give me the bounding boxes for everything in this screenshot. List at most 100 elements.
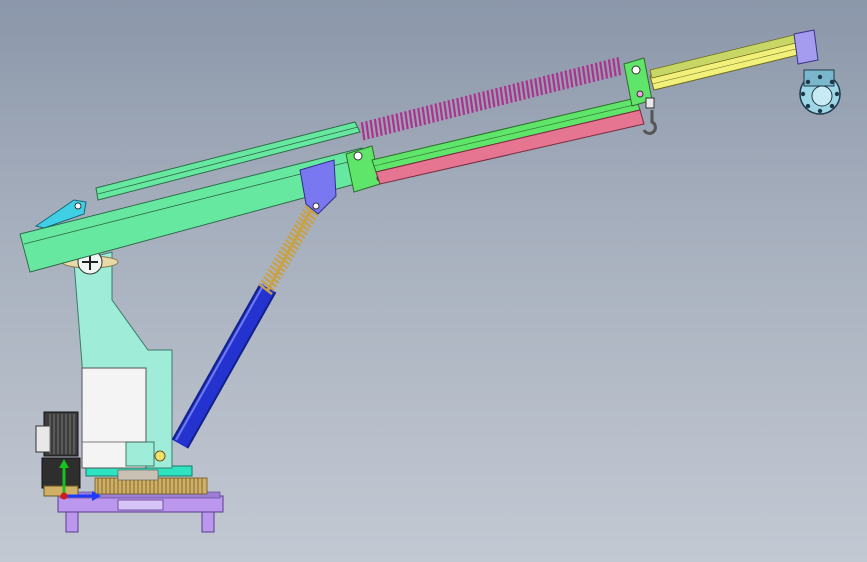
rear-bracket-pin bbox=[74, 202, 82, 210]
spring-coil bbox=[460, 96, 466, 116]
tip-stage[interactable] bbox=[649, 29, 819, 91]
spring-coil bbox=[525, 80, 531, 99]
cylinder-highlight bbox=[175, 283, 265, 441]
cad-viewport[interactable] bbox=[0, 0, 867, 562]
spring-coil bbox=[438, 102, 444, 121]
spring-coil bbox=[503, 85, 509, 105]
base-plate-slot bbox=[117, 499, 164, 511]
gripper-bolt bbox=[817, 108, 823, 114]
spring-coil bbox=[603, 60, 609, 79]
gripper-bolt bbox=[834, 91, 840, 97]
spring-coil bbox=[542, 75, 548, 95]
spring-coil bbox=[490, 89, 496, 108]
gripper-bolt bbox=[805, 103, 811, 109]
spring-coil bbox=[451, 98, 457, 118]
spring-coil bbox=[594, 62, 600, 81]
bearing-hub bbox=[117, 469, 159, 481]
spring-coil bbox=[590, 63, 596, 83]
column-bracket bbox=[125, 441, 155, 467]
spring-coil bbox=[568, 69, 574, 88]
gripper-bolt bbox=[829, 79, 835, 85]
spring-coil bbox=[369, 119, 375, 139]
spring-coil bbox=[551, 73, 557, 92]
gripper-bolt bbox=[805, 79, 811, 85]
spring-coil bbox=[534, 78, 539, 97]
spring-coil bbox=[521, 81, 526, 100]
spring-coil bbox=[581, 65, 587, 85]
base-foot-right bbox=[201, 511, 215, 533]
spring-coil bbox=[425, 105, 431, 124]
gearbox bbox=[41, 457, 81, 489]
triad-z-axis bbox=[60, 492, 68, 500]
spring-coil bbox=[495, 87, 500, 107]
spring-coil bbox=[477, 92, 483, 111]
column-pin bbox=[154, 450, 166, 462]
motor-fins bbox=[49, 414, 75, 454]
gripper-bolt bbox=[800, 91, 806, 97]
gripper-bolt bbox=[817, 74, 823, 80]
tip-collar-pin bbox=[636, 90, 644, 98]
spring-coil bbox=[499, 86, 505, 106]
lift-cylinder[interactable] bbox=[171, 205, 319, 449]
spring-coil bbox=[599, 61, 604, 80]
spring-coil bbox=[573, 68, 578, 87]
spring-coil bbox=[612, 58, 617, 77]
spring-coil bbox=[486, 90, 492, 109]
end-effector[interactable] bbox=[799, 69, 841, 115]
spring-coil bbox=[378, 117, 383, 136]
spring-coil bbox=[395, 113, 401, 132]
spring-coil bbox=[508, 84, 513, 103]
spring-coil bbox=[456, 97, 461, 117]
spring-coil bbox=[386, 115, 392, 134]
spring-coil bbox=[412, 108, 418, 128]
spring-coil bbox=[421, 106, 427, 125]
spring-coil bbox=[291, 227, 306, 240]
spring-coil bbox=[382, 116, 388, 135]
spring-coil bbox=[547, 74, 552, 94]
gear-teeth bbox=[97, 478, 203, 494]
hook-block bbox=[645, 97, 655, 109]
gripper-bolt bbox=[829, 103, 835, 109]
slewing-gear[interactable] bbox=[85, 465, 208, 495]
spring-coil bbox=[616, 57, 622, 76]
spring-coil bbox=[564, 70, 570, 89]
cylinder-mount-pin bbox=[312, 202, 320, 210]
spring-coil bbox=[417, 107, 422, 127]
motor-terminal-box bbox=[35, 425, 51, 453]
spring-coil bbox=[482, 91, 487, 110]
tip-collar-bolt bbox=[631, 65, 641, 75]
spring-coil bbox=[434, 103, 440, 122]
crane-model[interactable] bbox=[0, 0, 867, 562]
spring-coil bbox=[538, 76, 544, 96]
spring-coil bbox=[555, 72, 561, 91]
base-foot-left bbox=[65, 511, 79, 533]
cylinder-barrel bbox=[173, 284, 275, 448]
base-assembly[interactable] bbox=[57, 491, 224, 533]
lift-hook[interactable] bbox=[642, 110, 657, 135]
spring-coil bbox=[373, 118, 379, 138]
spring-coil bbox=[443, 101, 448, 120]
spring-coil bbox=[464, 95, 470, 114]
spring-coil bbox=[516, 82, 522, 101]
spring-coil bbox=[430, 104, 435, 123]
tip-end-block bbox=[793, 29, 819, 65]
spring-coil bbox=[293, 223, 308, 236]
spring-coil bbox=[577, 67, 583, 86]
spring-coil bbox=[529, 79, 535, 98]
spring-coil bbox=[399, 112, 405, 131]
spring-coil bbox=[586, 64, 591, 84]
spring-coil bbox=[473, 93, 479, 112]
spring-coil bbox=[607, 59, 613, 78]
spring-coil bbox=[365, 120, 370, 140]
spring-coil bbox=[447, 100, 453, 119]
drive-motor[interactable] bbox=[35, 411, 81, 497]
spring-coil bbox=[408, 109, 414, 129]
spring-coil bbox=[512, 83, 518, 102]
spring-coil bbox=[404, 111, 409, 130]
spring-coil bbox=[360, 122, 366, 141]
collar-bolt-top bbox=[353, 151, 363, 161]
spring-coil bbox=[560, 71, 565, 90]
main-boom[interactable] bbox=[19, 121, 384, 273]
telescopic-stage[interactable] bbox=[360, 57, 657, 185]
gripper-center bbox=[811, 85, 833, 107]
